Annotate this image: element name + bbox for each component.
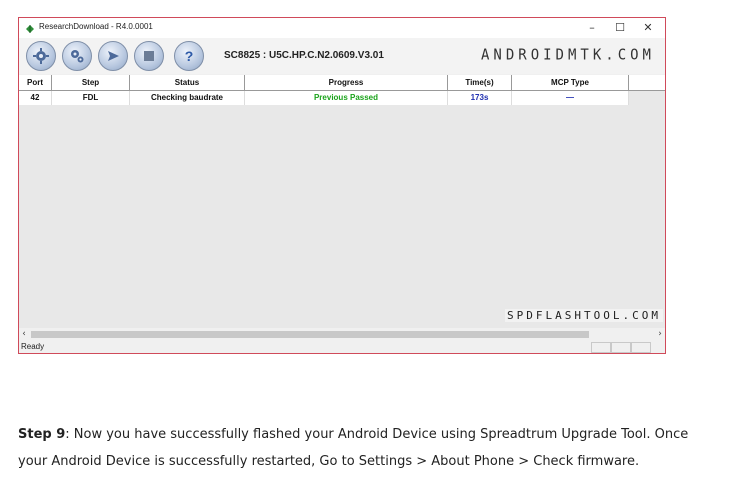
status-panel xyxy=(631,342,651,353)
research-download-window: ResearchDownload - R4.0.0001 – ☐ ✕ ? SC8… xyxy=(18,17,666,354)
stop-icon xyxy=(144,51,154,61)
cell-progress: Previous Passed xyxy=(245,91,448,105)
gears-icon xyxy=(71,50,84,63)
app-icon xyxy=(24,22,36,34)
cell-time: 173s xyxy=(448,91,512,105)
scrollbar-thumb[interactable] xyxy=(31,331,589,338)
window-title: ResearchDownload - R4.0.0001 xyxy=(39,22,153,31)
settings-button[interactable] xyxy=(26,41,56,71)
title-bar: ResearchDownload - R4.0.0001 – ☐ ✕ xyxy=(19,18,665,38)
play-icon xyxy=(108,51,119,61)
help-button[interactable]: ? xyxy=(174,41,204,71)
close-button[interactable]: ✕ xyxy=(634,18,662,38)
column-header-port[interactable]: Port xyxy=(19,75,52,90)
stop-download-button[interactable] xyxy=(134,41,164,71)
table-row[interactable]: 42 FDL Checking baudrate Previous Passed… xyxy=(19,91,629,105)
scroll-right-icon[interactable]: › xyxy=(655,328,665,340)
step-text: : Now you have successfully flashed your… xyxy=(18,427,689,469)
cell-port: 42 xyxy=(19,91,52,105)
cell-mcp-type: — xyxy=(512,91,629,105)
horizontal-scrollbar[interactable]: ‹ › xyxy=(19,328,665,340)
maximize-button[interactable]: ☐ xyxy=(606,18,634,38)
status-panel xyxy=(611,342,631,353)
svg-text:?: ? xyxy=(185,48,194,64)
step-label: Step 9 xyxy=(18,427,66,442)
minimize-button[interactable]: – xyxy=(578,18,606,38)
article-paragraph: Step 9: Now you have successfully flashe… xyxy=(18,421,698,475)
cell-status: Checking baudrate xyxy=(130,91,245,105)
status-bar: Ready xyxy=(19,341,665,353)
help-icon: ? xyxy=(185,48,194,64)
column-header-progress[interactable]: Progress xyxy=(245,75,448,90)
table-header: Port Step Status Progress Time(s) MCP Ty… xyxy=(19,75,665,91)
column-header-status[interactable]: Status xyxy=(130,75,245,90)
brand-watermark: ANDROIDMTK.COM xyxy=(480,46,655,64)
cell-step: FDL xyxy=(52,91,130,105)
status-text: Ready xyxy=(21,342,45,351)
column-header-time[interactable]: Time(s) xyxy=(448,75,512,90)
column-header-mcp-type[interactable]: MCP Type xyxy=(512,75,629,90)
start-download-button[interactable] xyxy=(98,41,128,71)
column-header-step[interactable]: Step xyxy=(52,75,130,90)
port-table: Port Step Status Progress Time(s) MCP Ty… xyxy=(19,75,665,328)
status-panel xyxy=(591,342,611,353)
gear-icon xyxy=(33,48,49,64)
toolbar: ? SC8825 : U5C.HP.C.N2.0609.V3.01 ANDROI… xyxy=(19,38,665,74)
load-packet-button[interactable] xyxy=(62,41,92,71)
device-name: SC8825 : U5C.HP.C.N2.0609.V3.01 xyxy=(224,50,384,61)
site-watermark: SPDFLASHTOOL.COM xyxy=(505,309,663,322)
scroll-left-icon[interactable]: ‹ xyxy=(19,328,29,340)
